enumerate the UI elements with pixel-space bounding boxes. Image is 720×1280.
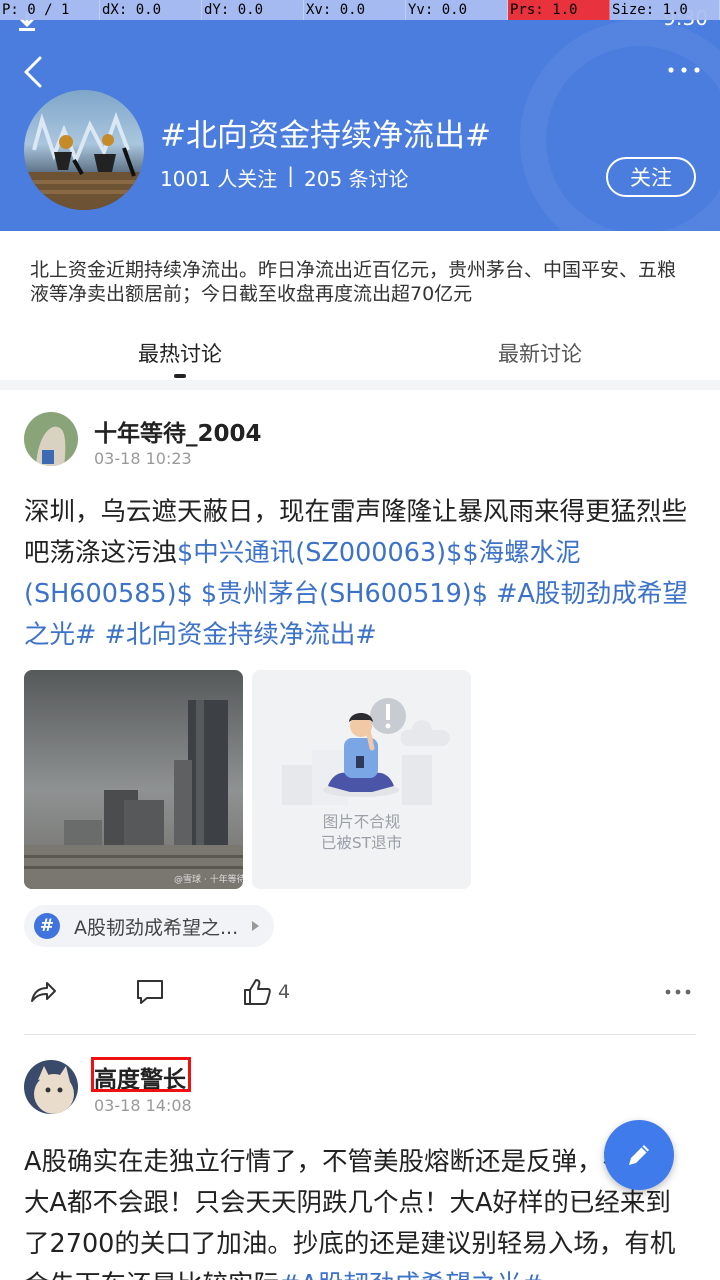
highlight-box [91,1057,191,1092]
hashtag-link[interactable]: #A股韧劲成希望之光# [279,1270,543,1280]
debug-overlay: P: 0 / 1 dX: 0.0 dY: 0.0 Xv: 0.0 Yv: 0.0… [0,0,720,20]
stock-link[interactable]: $贵州茅台(SH600519)$ [193,579,488,609]
more-icon [665,989,691,995]
blocked-image-line2: 已被ST退市 [320,834,403,852]
tab-latest-label: 最新讨论 [498,342,582,366]
topic-stats: 1001 人关注 | 205 条讨论 [160,163,409,192]
blocked-image-illustration [282,698,450,805]
like-count: 4 [278,981,291,1003]
like-button[interactable]: 4 [242,976,290,1008]
tab-active-indicator [174,374,186,378]
topic-avatar [24,90,144,210]
like-icon [244,979,271,1005]
blocked-image[interactable]: 图片不合规 已被ST退市 [252,670,471,889]
topic-title: #北向资金持续净流出# [160,118,491,154]
post-author[interactable]: 十年等待_2004 [94,414,262,448]
debug-dx: dX: 0.0 [100,0,202,20]
post-body[interactable]: A股确实在走独立行情了，不管美股熔断还是反弹，有跌，大A都不会跟！只会天天阴跌几… [24,1142,696,1280]
stock-link[interactable]: $中兴通讯(SZ000063)$ [177,538,462,568]
avatar-image [24,1060,78,1114]
hashtag-link[interactable]: #北向资金持续净流出# [96,620,376,650]
section-divider [0,380,720,390]
more-icon[interactable] [666,60,702,80]
comment-button[interactable] [135,976,165,1008]
chevron-right-icon [252,921,260,931]
stats-divider: | [287,163,295,187]
debug-xv: Xv: 0.0 [304,0,406,20]
follow-button[interactable]: 关注 [606,157,696,197]
image-watermark: @雪球 · 十年等待 [174,873,243,885]
avatar[interactable] [24,412,78,466]
tab-latest[interactable]: 最新讨论 [360,322,720,380]
compose-button[interactable] [604,1120,674,1190]
avatar-image [24,412,78,466]
post-body-text: A股确实在走独立行情了，不管美股熔断还是反弹，有跌，大A都不会跟！只会天天阴跌几… [24,1147,679,1280]
share-icon [31,982,56,1002]
city-photo: @雪球 · 十年等待 [24,670,243,889]
debug-dy: dY: 0.0 [202,0,304,20]
debug-prs: Prs: 1.0 [508,0,610,20]
topic-tag-chip[interactable]: # A股韧劲成希望之... [24,905,274,947]
tab-hottest-label: 最热讨论 [138,342,222,366]
topic-description: 北上资金近期持续净流出。昨日净流出近百亿元，贵州茅台、中国平安、五粮液等净卖出额… [30,259,677,305]
topic-avatar-art [24,112,144,210]
debug-pointer: P: 0 / 1 [0,0,100,20]
blocked-image-message: 图片不合规 已被ST退市 [252,812,471,854]
post-image[interactable]: @雪球 · 十年等待 [24,670,243,889]
debug-size: Size: 1.0 [610,0,720,20]
blocked-image-line1: 图片不合规 [322,813,401,831]
tab-bar: 最热讨论 最新讨论 [0,322,720,380]
post-more-button[interactable] [664,976,692,1008]
topic-header: 9:30 #北向资金持续净流出# 1001 人关注 | 205 条讨论 关注 [0,0,720,231]
debug-yv: Yv: 0.0 [406,0,508,20]
share-button[interactable] [28,976,58,1008]
back-icon[interactable] [18,52,50,92]
avatar[interactable] [24,1060,78,1114]
hashtag-icon: # [34,913,60,939]
discussions-count: 205 条讨论 [304,167,409,191]
comment-icon [137,980,163,1004]
topic-tag-label: A股韧劲成希望之... [74,916,239,939]
post-time: 03-18 14:08 [94,1096,192,1115]
followers-count: 1001 人关注 [160,167,278,191]
header-decoration [520,20,720,231]
post-time: 03-18 10:23 [94,449,192,468]
tab-hottest[interactable]: 最热讨论 [0,322,360,380]
post-separator [24,1034,696,1035]
edit-icon [629,1145,649,1165]
post-body[interactable]: 深圳，乌云遮天蔽日，现在雷声隆隆让暴风雨来得更猛烈些吧荡涤这污浊$中兴通讯(SZ… [24,492,696,656]
